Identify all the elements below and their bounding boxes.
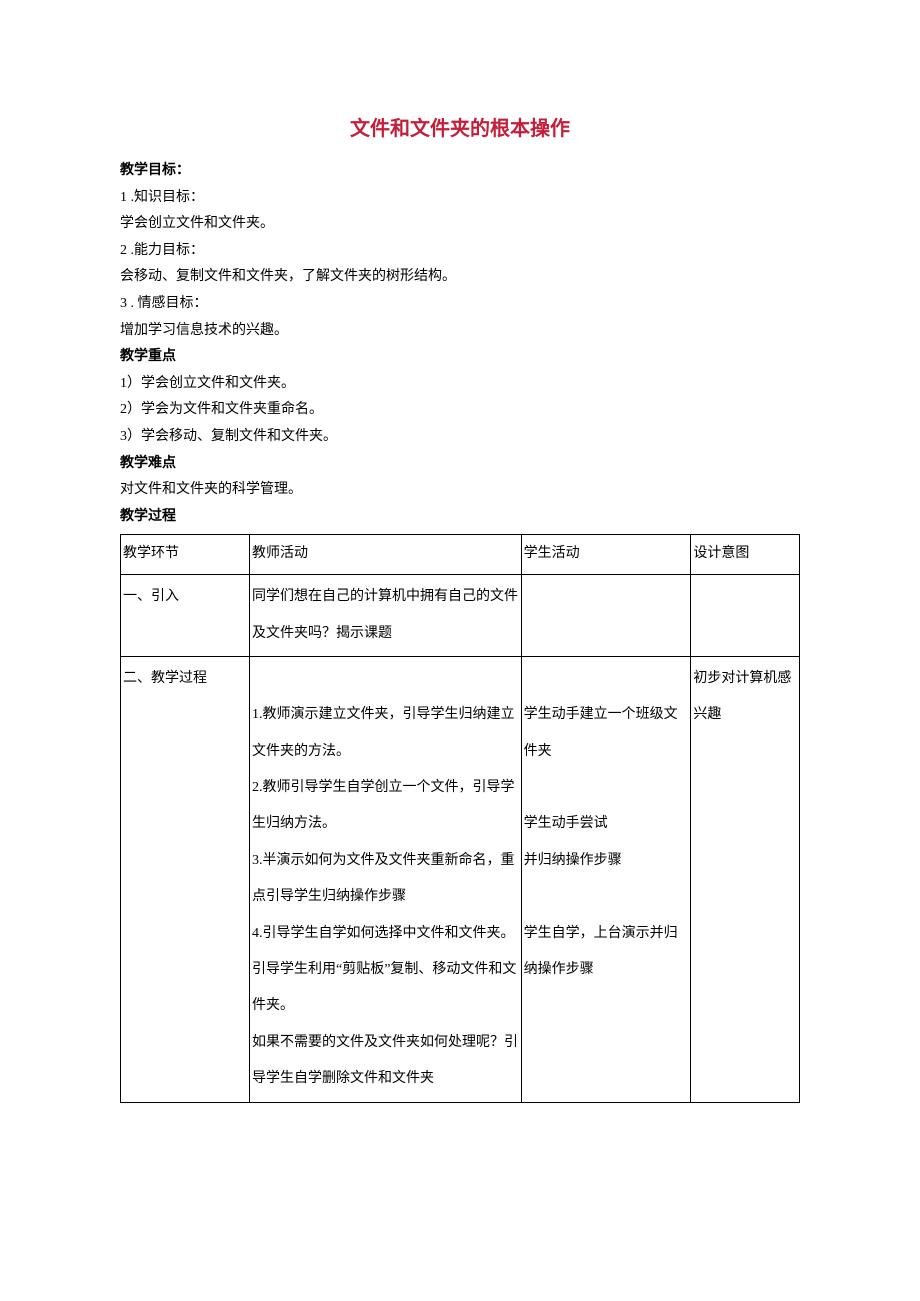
cell-student-2: 学生动手建立一个班级文件夹 学生动手尝试 并归纳操作步骤 学生自学，上台演示并归… bbox=[521, 656, 691, 1102]
table-row: 二、教学过程 1.教师演示建立文件夹，引导学生归纳建立文件夹的方法。 2.教师引… bbox=[121, 656, 800, 1102]
heading-key: 教学重点 bbox=[120, 344, 800, 371]
heading-process: 教学过程 bbox=[120, 504, 800, 531]
key-2: 2）学会为文件和文件夹重命名。 bbox=[120, 397, 800, 424]
th-design: 设计意图 bbox=[691, 535, 800, 575]
cell-seg-2: 二、教学过程 bbox=[121, 656, 250, 1102]
cell-teacher-2: 1.教师演示建立文件夹，引导学生归纳建立文件夹的方法。 2.教师引导学生自学创立… bbox=[250, 656, 522, 1102]
goal-1-text: 学会创立文件和文件夹。 bbox=[120, 211, 800, 238]
key-3: 3）学会移动、复制文件和文件夹。 bbox=[120, 424, 800, 451]
table-row: 一、引入 同学们想在自己的计算机中拥有自己的文件及文件夹吗？揭示课题 bbox=[121, 575, 800, 657]
cell-design-2: 初步对计算机感兴趣 bbox=[691, 656, 800, 1102]
cell-student-1 bbox=[521, 575, 691, 657]
th-segment: 教学环节 bbox=[121, 535, 250, 575]
difficulty-text: 对文件和文件夹的科学管理。 bbox=[120, 477, 800, 504]
heading-goals: 教学目标： bbox=[120, 158, 800, 185]
goal-2-num: 2 .能力目标： bbox=[120, 238, 800, 265]
document-title: 文件和文件夹的根本操作 bbox=[120, 110, 800, 148]
cell-teacher-1: 同学们想在自己的计算机中拥有自己的文件及文件夹吗？揭示课题 bbox=[250, 575, 522, 657]
goal-1-num: 1 .知识目标： bbox=[120, 185, 800, 212]
goal-2-text: 会移动、复制文件和文件夹，了解文件夹的树形结构。 bbox=[120, 264, 800, 291]
th-student: 学生活动 bbox=[521, 535, 691, 575]
heading-difficulty: 教学难点 bbox=[120, 451, 800, 478]
cell-design-1 bbox=[691, 575, 800, 657]
table-header-row: 教学环节 教师活动 学生活动 设计意图 bbox=[121, 535, 800, 575]
goal-3-num: 3 . 情感目标： bbox=[120, 291, 800, 318]
goal-3-text: 增加学习信息技术的兴趣。 bbox=[120, 318, 800, 345]
cell-seg-1: 一、引入 bbox=[121, 575, 250, 657]
th-teacher: 教师活动 bbox=[250, 535, 522, 575]
key-1: 1）学会创立文件和文件夹。 bbox=[120, 371, 800, 398]
process-table: 教学环节 教师活动 学生活动 设计意图 一、引入 同学们想在自己的计算机中拥有自… bbox=[120, 534, 800, 1102]
